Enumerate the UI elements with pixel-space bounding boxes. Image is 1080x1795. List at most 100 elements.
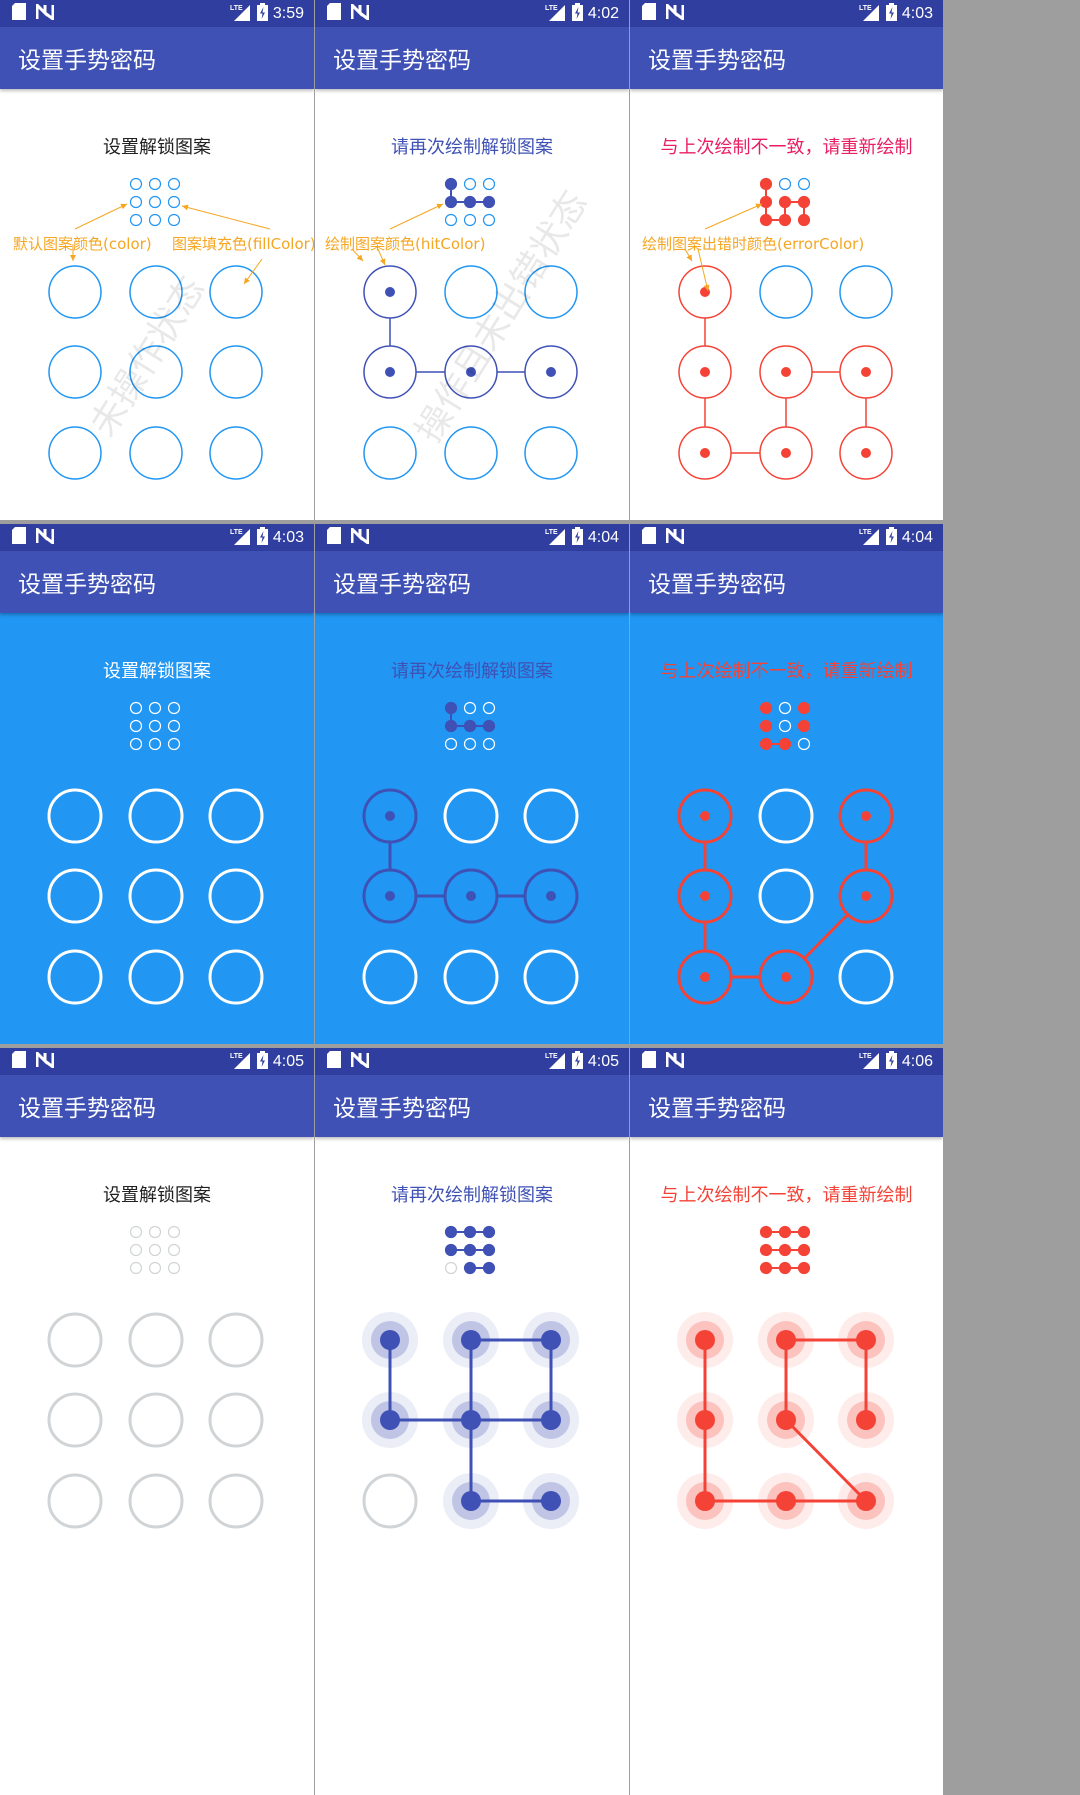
pattern-node-2[interactable]: [128, 788, 184, 844]
pattern-node-7[interactable]: [47, 949, 103, 1005]
pattern-node-8[interactable]: [128, 949, 184, 1005]
phone-screen-4: LTE 4:03 设置手势密码 设置解锁图案: [0, 524, 314, 1044]
pattern-node-3[interactable]: [523, 788, 579, 844]
pattern-node-3[interactable]: [838, 788, 894, 844]
pattern-node-8[interactable]: [129, 426, 183, 480]
pattern-node-9[interactable]: [209, 426, 263, 480]
pattern-node-7[interactable]: [48, 426, 102, 480]
pattern-node-6[interactable]: [209, 345, 263, 399]
app-bar: 设置手势密码: [315, 27, 629, 89]
preview-dot: [129, 701, 143, 715]
pattern-lock-view[interactable]: [315, 613, 629, 1044]
pattern-node-3[interactable]: [208, 1312, 264, 1368]
pattern-lock-view[interactable]: [315, 1137, 629, 1795]
pattern-node-6[interactable]: [208, 1392, 264, 1448]
pattern-node-6[interactable]: [523, 868, 579, 924]
preview-dot: [778, 195, 792, 209]
pattern-lock-view[interactable]: [630, 613, 943, 1044]
pattern-node-3[interactable]: [209, 265, 263, 319]
pattern-node-4[interactable]: [362, 868, 418, 924]
lock-pattern-screen: 与上次绘制不一致，请重新绘制: [630, 1137, 943, 1795]
pattern-node-5[interactable]: [443, 1392, 499, 1448]
pattern-node-1[interactable]: [47, 788, 103, 844]
pattern-node-8[interactable]: [758, 1473, 814, 1529]
pattern-node-2[interactable]: [443, 788, 499, 844]
pattern-node-1[interactable]: [47, 1312, 103, 1368]
pattern-node-9[interactable]: [208, 1473, 264, 1529]
pattern-node-1[interactable]: [362, 1312, 418, 1368]
preview-dot: [129, 737, 143, 751]
pattern-lock-view[interactable]: [0, 1137, 314, 1795]
pattern-node-5[interactable]: [443, 868, 499, 924]
app-title: 设置手势密码: [18, 48, 156, 74]
pattern-node-2[interactable]: [128, 1312, 184, 1368]
pattern-lock-view[interactable]: [630, 1137, 943, 1795]
pattern-node-5[interactable]: [128, 1392, 184, 1448]
pattern-node-9[interactable]: [523, 949, 579, 1005]
pattern-node-7[interactable]: [47, 1473, 103, 1529]
pattern-node-8[interactable]: [758, 949, 814, 1005]
pattern-node-4[interactable]: [678, 345, 732, 399]
pattern-node-9[interactable]: [838, 1473, 894, 1529]
pattern-node-2[interactable]: [758, 788, 814, 844]
preview-dot: [463, 195, 477, 209]
pattern-lock-view[interactable]: [0, 613, 314, 1044]
pattern-node-6[interactable]: [208, 868, 264, 924]
pattern-node-6[interactable]: [838, 868, 894, 924]
pattern-node-3[interactable]: [208, 788, 264, 844]
pattern-node-8[interactable]: [128, 1473, 184, 1529]
pattern-node-9[interactable]: [524, 426, 578, 480]
pattern-node-1[interactable]: [362, 788, 418, 844]
pattern-node-1[interactable]: [363, 265, 417, 319]
pattern-node-7[interactable]: [362, 949, 418, 1005]
pattern-node-5[interactable]: [759, 345, 813, 399]
pattern-node-5[interactable]: [758, 868, 814, 924]
pattern-node-5[interactable]: [758, 1392, 814, 1448]
pattern-node-1[interactable]: [48, 265, 102, 319]
pattern-node-7[interactable]: [363, 426, 417, 480]
pattern-node-7[interactable]: [362, 1473, 418, 1529]
battery-charging-icon: [885, 526, 897, 549]
lte-signal-icon: LTE: [859, 527, 881, 549]
pattern-node-2[interactable]: [758, 1312, 814, 1368]
pattern-node-4[interactable]: [677, 868, 733, 924]
pattern-node-5[interactable]: [128, 868, 184, 924]
preview-dot: [444, 213, 458, 227]
preview-dot: [759, 1261, 773, 1275]
pattern-node-6[interactable]: [524, 345, 578, 399]
app-bar: 设置手势密码: [0, 1075, 314, 1137]
pattern-node-3[interactable]: [839, 265, 893, 319]
pattern-node-6[interactable]: [838, 1392, 894, 1448]
lock-pattern-screen: 请再次绘制解锁图案 绘制图案颜色(hitColor) 操作且未出错状态: [315, 89, 629, 520]
pattern-node-7[interactable]: [677, 949, 733, 1005]
pattern-node-4[interactable]: [362, 1392, 418, 1448]
pattern-node-8[interactable]: [443, 949, 499, 1005]
pattern-node-3[interactable]: [523, 1312, 579, 1368]
pattern-node-2[interactable]: [443, 1312, 499, 1368]
pattern-node-4[interactable]: [677, 1392, 733, 1448]
preview-dot: [444, 1225, 458, 1239]
pattern-node-7[interactable]: [677, 1473, 733, 1529]
preview-dot: [167, 177, 181, 191]
pattern-node-8[interactable]: [759, 426, 813, 480]
pattern-node-9[interactable]: [523, 1473, 579, 1529]
pattern-node-9[interactable]: [208, 949, 264, 1005]
pattern-node-1[interactable]: [677, 1312, 733, 1368]
pattern-node-2[interactable]: [759, 265, 813, 319]
pattern-node-9[interactable]: [839, 426, 893, 480]
pattern-node-8[interactable]: [443, 1473, 499, 1529]
pattern-node-1[interactable]: [678, 265, 732, 319]
pattern-lock-view[interactable]: [315, 89, 629, 520]
pattern-node-9[interactable]: [838, 949, 894, 1005]
pattern-node-1[interactable]: [677, 788, 733, 844]
pattern-node-6[interactable]: [523, 1392, 579, 1448]
pattern-node-6[interactable]: [839, 345, 893, 399]
pattern-node-4[interactable]: [47, 1392, 103, 1448]
pattern-node-4[interactable]: [47, 868, 103, 924]
pattern-node-7[interactable]: [678, 426, 732, 480]
pattern-lock-view[interactable]: [630, 89, 943, 520]
pattern-node-4[interactable]: [363, 345, 417, 399]
pattern-node-3[interactable]: [838, 1312, 894, 1368]
battery-charging-icon: [256, 1050, 268, 1073]
notification-n-icon: [35, 1048, 55, 1072]
